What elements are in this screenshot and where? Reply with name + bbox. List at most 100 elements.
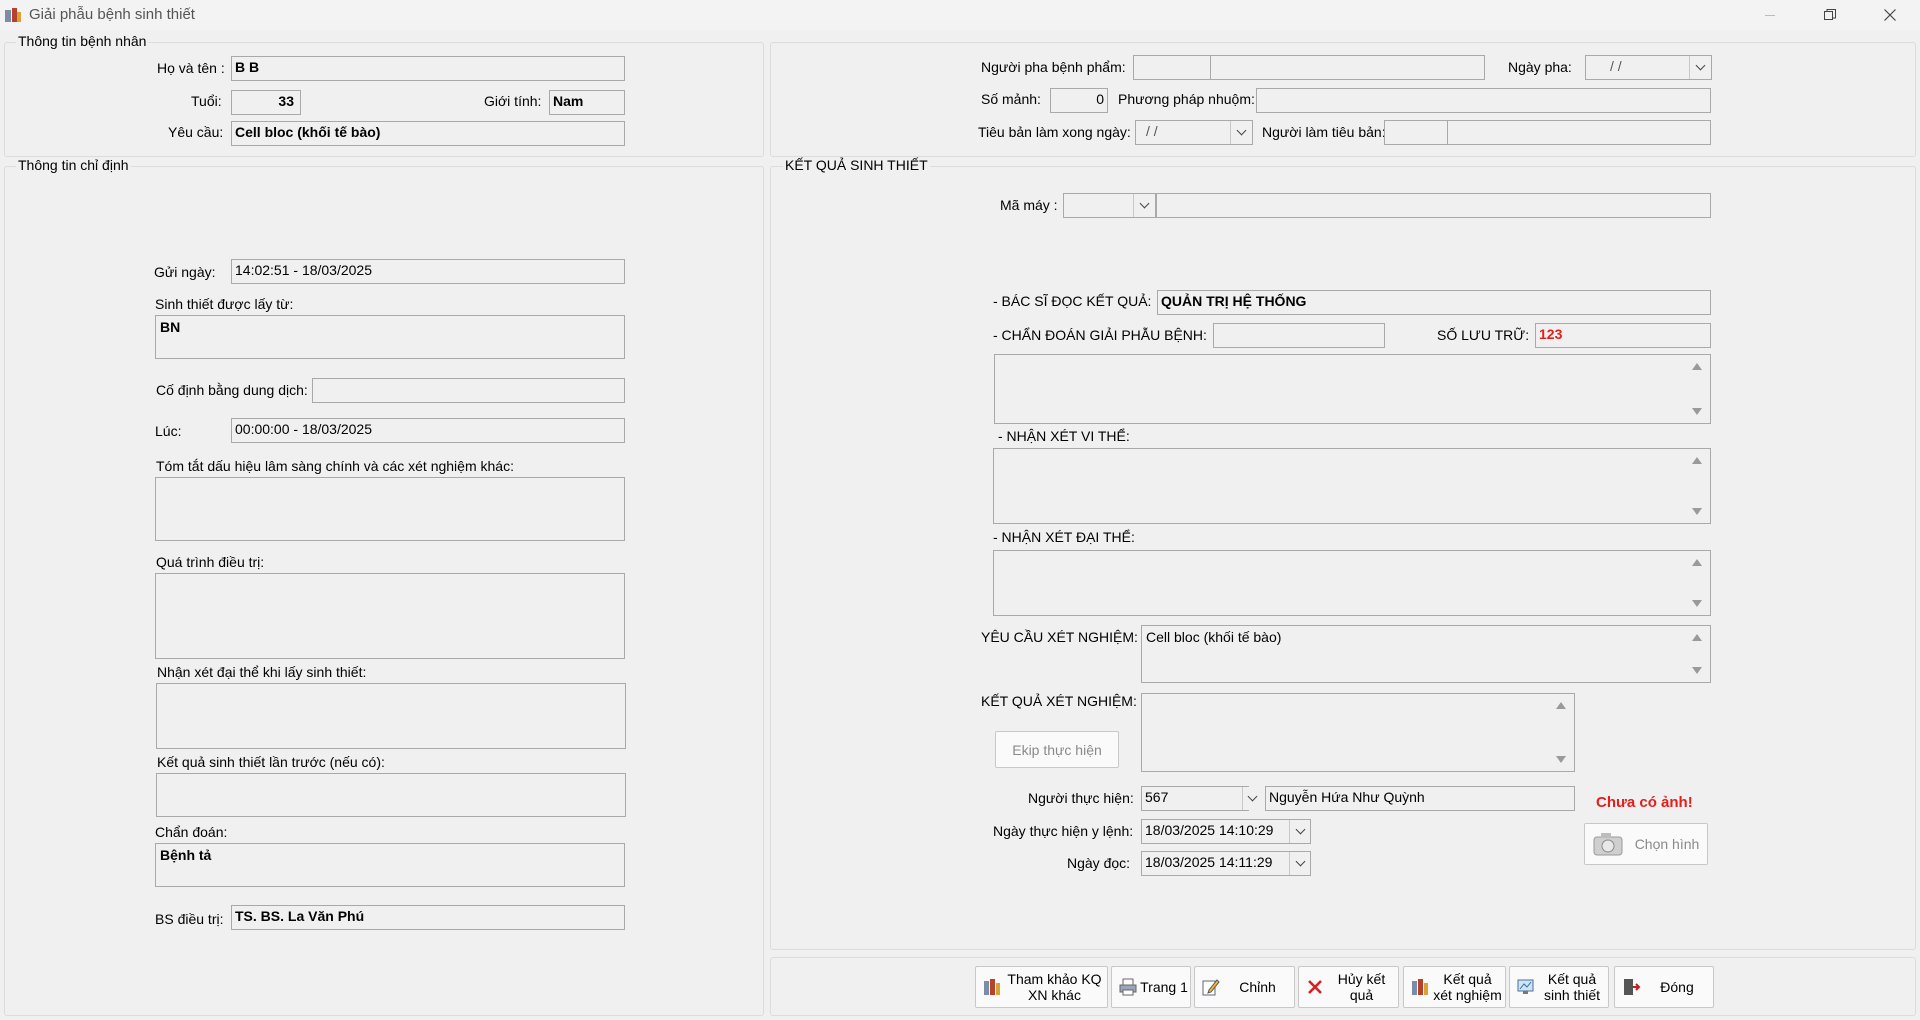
order-info-title: Thông tin chỉ định xyxy=(16,157,131,173)
edit-label: Chỉnh xyxy=(1239,979,1276,995)
macro-label: - NHẬN XÉT ĐẠI THỂ: xyxy=(993,529,1135,545)
prev-result-label: Kết quả sinh thiết lần trước (nếu có): xyxy=(157,754,385,770)
cancel-result-button[interactable]: Hủy kết quả xyxy=(1298,966,1399,1008)
age-label: Tuổi: xyxy=(191,93,222,109)
gender-label: Giới tính: xyxy=(484,93,542,109)
biopsy-result-line1: Kết quả xyxy=(1547,971,1597,987)
diagnosis-field[interactable]: Bệnh tả xyxy=(155,843,625,887)
performer-dropdown[interactable] xyxy=(1242,787,1262,810)
choose-image-button[interactable]: Chọn hình xyxy=(1584,823,1708,865)
scroll-down-icon xyxy=(1692,408,1702,415)
close-button[interactable]: Đóng xyxy=(1614,966,1714,1008)
machine-name-field[interactable] xyxy=(1156,193,1711,218)
treatment-field[interactable] xyxy=(155,573,625,659)
diag-scrollbar[interactable] xyxy=(1688,355,1706,423)
sent-field[interactable]: 14:02:51 - 18/03/2025 xyxy=(231,259,625,284)
page1-label: Trang 1 xyxy=(1140,979,1188,995)
monitor-icon xyxy=(1517,979,1534,994)
age-field[interactable]: 33 xyxy=(231,90,301,115)
read-date-field[interactable]: 18/03/2025 14:11:29 xyxy=(1141,851,1311,876)
gender-field[interactable]: Nam xyxy=(549,90,625,115)
request-label: Yêu cầu: xyxy=(168,124,224,140)
chevron-down-icon xyxy=(1695,60,1706,71)
stain-field[interactable] xyxy=(1256,88,1711,113)
summary-label: Tóm tắt dấu hiệu lâm sàng chính và các x… xyxy=(156,458,514,474)
slide-maker-code-field[interactable] xyxy=(1384,120,1448,145)
slide-done-value: / / xyxy=(1146,123,1158,139)
machine-dropdown[interactable] xyxy=(1133,194,1155,217)
close-label: Đóng xyxy=(1660,979,1694,995)
biopsy-result-button[interactable]: Kết quả sinh thiết xyxy=(1509,966,1609,1008)
test-result-area[interactable] xyxy=(1141,693,1575,772)
scroll-down-icon xyxy=(1556,756,1566,763)
test-result-line1: Kết quả xyxy=(1443,971,1492,987)
exec-date-field[interactable]: 18/03/2025 14:10:29 xyxy=(1141,819,1311,844)
patient-info-title: Thông tin bệnh nhân xyxy=(16,33,149,49)
reader-field[interactable]: QUẢN TRỊ HỆ THỐNG xyxy=(1157,290,1711,315)
chevron-down-icon xyxy=(1295,856,1305,867)
test-result-scrollbar[interactable] xyxy=(1552,694,1570,771)
micro-scrollbar[interactable] xyxy=(1688,449,1706,523)
diagnosis-label: Chẩn đoán: xyxy=(155,824,228,840)
scroll-down-icon xyxy=(1692,508,1702,515)
title-bar: Giải phẫu bệnh sinh thiết xyxy=(0,0,1920,30)
read-date-label: Ngày đọc: xyxy=(1067,855,1131,871)
slide-maker-label: Người làm tiêu bản: xyxy=(1262,124,1386,140)
test-result-label: KẾT QUẢ XÉT NGHIỆM: xyxy=(981,693,1137,709)
close-icon xyxy=(1884,9,1896,21)
chevron-down-icon xyxy=(1295,824,1305,835)
read-date-dropdown[interactable] xyxy=(1289,852,1310,875)
page1-button[interactable]: Trang 1 xyxy=(1111,966,1191,1008)
preparer-name-field[interactable] xyxy=(1210,55,1485,80)
macro-text-area[interactable] xyxy=(993,550,1711,616)
team-button-label: Ekip thực hiện xyxy=(1012,741,1102,758)
printer-icon xyxy=(1119,978,1137,996)
micro-label: - NHẬN XÉT VI THỂ: xyxy=(998,428,1130,444)
preparer-code-field[interactable] xyxy=(1133,55,1211,80)
fix-label: Cố định bằng dung dịch: xyxy=(156,382,308,398)
scroll-up-icon xyxy=(1692,559,1702,566)
treatment-label: Quá trình điều trị: xyxy=(156,554,265,570)
prep-date-dropdown[interactable] xyxy=(1689,56,1711,79)
micro-text-area[interactable] xyxy=(993,448,1711,524)
at-field[interactable]: 00:00:00 - 18/03/2025 xyxy=(231,418,625,443)
fix-field[interactable] xyxy=(312,378,625,403)
test-result-button[interactable]: Kết quả xét nghiệm xyxy=(1403,966,1506,1008)
performer-code-field[interactable]: 567 xyxy=(1141,786,1249,811)
camera-icon xyxy=(1593,833,1623,856)
window-title: Giải phẫu bệnh sinh thiết xyxy=(29,6,195,23)
diag-gpb-field[interactable] xyxy=(1213,323,1385,348)
exec-date-dropdown[interactable] xyxy=(1289,820,1310,843)
test-result-line2: xét nghiệm xyxy=(1433,987,1502,1003)
pieces-label: Số mảnh: xyxy=(981,91,1041,107)
diag-text-area[interactable] xyxy=(994,354,1711,424)
restore-button[interactable] xyxy=(1800,0,1860,30)
performer-name-field[interactable]: Nguyễn Hứa Như Quỳnh xyxy=(1265,786,1575,811)
source-field[interactable]: BN xyxy=(155,315,625,359)
test-request-scrollbar[interactable] xyxy=(1688,626,1706,682)
slide-maker-name-field[interactable] xyxy=(1447,120,1711,145)
cancel-result-label: Hủy kết quả xyxy=(1325,971,1398,1003)
macro-scrollbar[interactable] xyxy=(1688,551,1706,615)
ref-other-line2: XN khác xyxy=(1028,987,1081,1003)
result-title: KẾT QUẢ SINH THIẾT xyxy=(783,157,930,173)
reference-icon xyxy=(984,979,1000,995)
ref-other-button[interactable]: Tham khảo KQ XN khác xyxy=(975,966,1108,1008)
gross-label: Nhận xét đại thể khi lấy sinh thiết: xyxy=(157,664,367,680)
edit-button[interactable]: Chỉnh xyxy=(1194,966,1295,1008)
close-window-button[interactable] xyxy=(1860,0,1920,30)
test-request-area[interactable]: Cell bloc (khối tế bào) xyxy=(1141,625,1711,683)
doctor-field[interactable]: TS. BS. La Văn Phú xyxy=(231,905,625,930)
slide-done-dropdown[interactable] xyxy=(1230,121,1252,144)
summary-field[interactable] xyxy=(155,477,625,541)
archive-field[interactable]: 123 xyxy=(1535,323,1711,348)
no-image-text: Chưa có ảnh! xyxy=(1596,794,1693,811)
gross-field[interactable] xyxy=(156,683,626,749)
minimize-button[interactable] xyxy=(1740,0,1800,30)
archive-label: SỐ LƯU TRỮ: xyxy=(1437,327,1530,343)
pieces-field[interactable]: 0 xyxy=(1050,88,1108,113)
request-field[interactable]: Cell bloc (khối tế bào) xyxy=(231,121,625,146)
prev-result-field[interactable] xyxy=(156,773,626,817)
name-field[interactable]: B B xyxy=(231,56,625,81)
team-button[interactable]: Ekip thực hiện xyxy=(995,731,1119,768)
